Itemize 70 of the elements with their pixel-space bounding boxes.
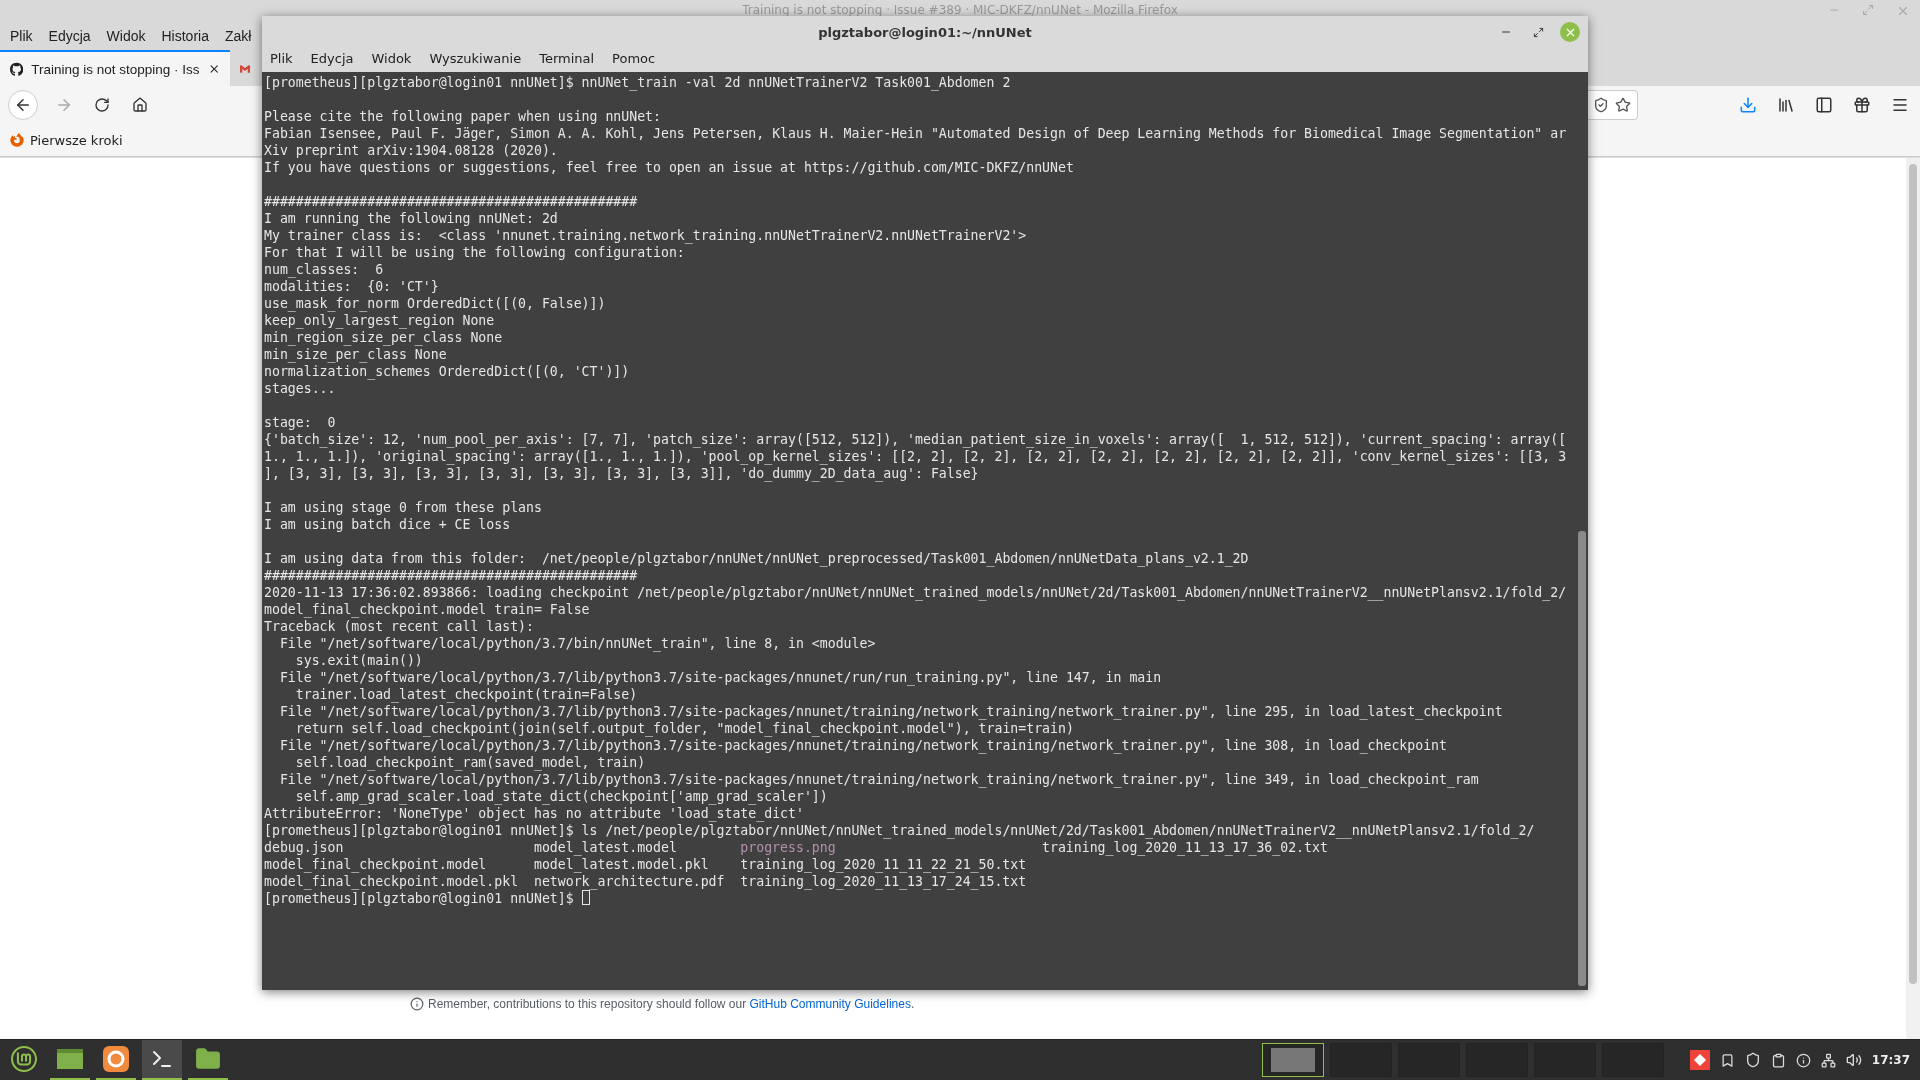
window-title: plgztabor@login01:~/nnUNet: [818, 24, 1032, 40]
terminal-line: ], [3, 3], [3, 3], [3, 3], [3, 3], [3, 3], [3, 3], [3, 3]], 'do_dummy_2D_data_aug': False}: [264, 465, 980, 482]
menu-item[interactable]: Plik: [10, 28, 33, 44]
menu-item[interactable]: Terminal: [539, 50, 595, 66]
terminal-line: {'batch_size': 12, 'num_pool_per_axis': [7, 7], 'patch_size': array([512, 512]), 'median_patient_size_in_voxels': array([ 1, 512, 512]), 'current_spacing': array([: [264, 431, 1568, 448]
terminal-line: [prometheus][plgztabor@login01 nnUNet]$ nnUNet_train -val 2d nnUNetTrainerV2 Task001_Abdomen 2: [264, 74, 1012, 91]
terminal-line: AttributeError: 'NoneType' object has no attribute 'load_state_dict': [264, 805, 805, 822]
file-name: debug.json: [264, 839, 345, 856]
terminal-line: stage: 0: [264, 414, 337, 431]
terminal-line: min_region_size_per_class None: [264, 329, 504, 346]
file-name: model_final_checkpoint.model: [264, 856, 488, 873]
terminal-line: stages...: [264, 380, 337, 397]
terminal-line: I am using batch dice + CE loss: [264, 516, 512, 533]
file-name: progress.png: [740, 839, 837, 856]
terminal-line: [prometheus][plgztabor@login01 nnUNet]$: [264, 890, 574, 907]
file-name: model_latest.model.pkl: [533, 856, 710, 873]
window-title: Training is not stopping · Issue #389 · MIC-DKFZ/nnUNet - Mozilla Firefox: [742, 3, 1178, 17]
terminal-line: If you have questions or suggestions, feel free to open an issue at https://github.com/MIC-DKFZ/nnUNet: [264, 159, 1075, 176]
terminal-line: return self.load_checkpoint(join(self.output_folder, "model_final_checkpoint.model"), train=train): [294, 720, 1075, 737]
terminal-line: trainer.load_latest_checkpoint(train=False): [294, 686, 639, 703]
terminal-line: num_classes: 6: [264, 261, 385, 278]
terminal-line: model_final_checkpoint.model train= False: [264, 601, 591, 618]
file-name: network_architecture.pdf: [533, 873, 726, 890]
browser-tab[interactable]: Training is not stopping · Iss: [0, 50, 230, 86]
guidelines-note: Remember, contributions to this repository should follow our GitHub Community Guidelines.: [428, 997, 915, 1011]
terminal-line: I am running the following nnUNet: 2d: [264, 210, 559, 227]
terminal-line: 1., 1., 1.]), 'original_spacing': array([1., 1., 1.]), 'pool_op_kernel_sizes': [[2, 2], [2, 2], [2, 2], [2, 2], [2, 2], [2, 2], [2, 2]], 'conv_kernel_sizes': [[3, 3: [264, 448, 1568, 465]
terminal-line: Xiv preprint arXiv:1904.08128 (2020).: [264, 142, 559, 159]
menu-item[interactable]: Zakł: [224, 28, 252, 44]
terminal-line: File "/net/software/local/python/3.7/lib/python3.7/site-packages/nnunet/training/network_training/network_trainer.py", line 349, in load_checkpoint_ram: [278, 771, 1480, 788]
file-name: model_final_checkpoint.model.pkl: [264, 873, 520, 890]
terminal-line: 2020-11-13 17:36:02.893866: loading checkpoint /net/people/plgztabor/nnUNet/nnUNet_trained_models/nnUNet/2d/Task001_Abdomen/nnUNetTrainerV2__nnUNetPlansv2.1/fold_2/: [264, 584, 1568, 601]
bookmark-label: Pierwsze kroki: [30, 132, 123, 148]
file-name: training_log_2020_11_13_17_36_02.txt: [1042, 839, 1329, 856]
menu-item[interactable]: Historia: [161, 28, 209, 44]
terminal-line: Please cite the following paper when using nnUNet:: [264, 108, 662, 125]
terminal-line: modalities: {0: 'CT'}: [264, 278, 440, 295]
file-name: model_latest.model: [533, 839, 678, 856]
terminal-line: self.amp_grad_scaler.load_state_dict(checkpoint['amp_grad_scaler']): [294, 788, 829, 805]
terminal-line: Fabian Isensee, Paul F. Jäger, Simon A. A. Kohl, Jens Petersen, Klaus H. Maier-Hein "Automated Design of Deep Learning Methods for Biomedical Image Segmentation" ar: [264, 125, 1568, 142]
terminal-line: use_mask_for_norm OrderedDict([(0, False)]): [264, 295, 607, 312]
terminal-line: ###############################################: [264, 193, 639, 210]
terminal-line: sys.exit(main()): [294, 652, 424, 669]
terminal-line: self.load_checkpoint_ram(saved_model, train): [294, 754, 647, 771]
terminal-line: ###############################################: [264, 567, 639, 584]
terminal-line: min_size_per_class None: [264, 346, 448, 363]
menu-item[interactable]: Edycja: [310, 50, 354, 66]
menu-item[interactable]: Wyszukiwanie: [429, 50, 522, 66]
terminal-line: File "/net/software/local/python/3.7/lib/python3.7/site-packages/nnunet/run/run_training.py", line 147, in main: [278, 669, 1163, 686]
terminal-line: File "/net/software/local/python/3.7/lib/python3.7/site-packages/nnunet/training/network_training/network_trainer.py", line 308, in load_checkpoint: [278, 737, 1448, 754]
menu-item[interactable]: Widok: [106, 28, 146, 44]
terminal-line: I am using data from this folder: /net/people/plgztabor/nnUNet/nnUNet_preprocessed/Task001_Abdomen/nnUNetData_plans_v2.1_2D: [264, 550, 1250, 567]
file-name: training_log_2020_11_11_22_21_50.txt: [740, 856, 1028, 873]
terminal-line: For that I will be using the following configuration:: [264, 244, 686, 261]
terminal-line: [prometheus][plgztabor@login01 nnUNet]$ ls /net/people/plgztabor/nnUNet/nnUNet_trained_models/nnUNet/2d/Task001_Abdomen/nnUNetTrainerV2__nnUNetPlansv2.1/fold_2/: [264, 822, 1536, 839]
terminal-line: Traceback (most recent call last):: [264, 618, 535, 635]
bookmark-link[interactable]: Pierwsze kroki: [10, 132, 123, 148]
menu-item[interactable]: Pomoc: [612, 50, 656, 66]
menu-item[interactable]: Plik: [270, 50, 293, 66]
menu-item[interactable]: Edycja: [48, 28, 91, 44]
terminal-line: File "/net/software/local/python/3.7/lib/python3.7/site-packages/nnunet/training/network_training/network_trainer.py", line 295, in load_latest_checkpoint: [278, 703, 1504, 720]
file-name: training_log_2020_11_13_17_24_15.txt: [740, 873, 1028, 890]
terminal-line: keep_only_largest_region None: [264, 312, 496, 329]
clock[interactable]: 17:37: [1871, 1053, 1910, 1067]
terminal-line: I am using stage 0 from these plans: [264, 499, 543, 516]
terminal-line: File "/net/software/local/python/3.7/bin/nnUNet_train", line 8, in <module>: [278, 635, 877, 652]
terminal-line: My trainer class is: <class 'nnunet.training.network_training.nnUNetTrainerV2.nnUNetTrainerV2'>: [264, 227, 1028, 244]
menu-item[interactable]: Widok: [371, 50, 412, 66]
terminal-line: normalization_schemes OrderedDict([(0, 'CT')]): [264, 363, 631, 380]
guidelines-link[interactable]: GitHub Community Guidelines: [749, 997, 911, 1011]
